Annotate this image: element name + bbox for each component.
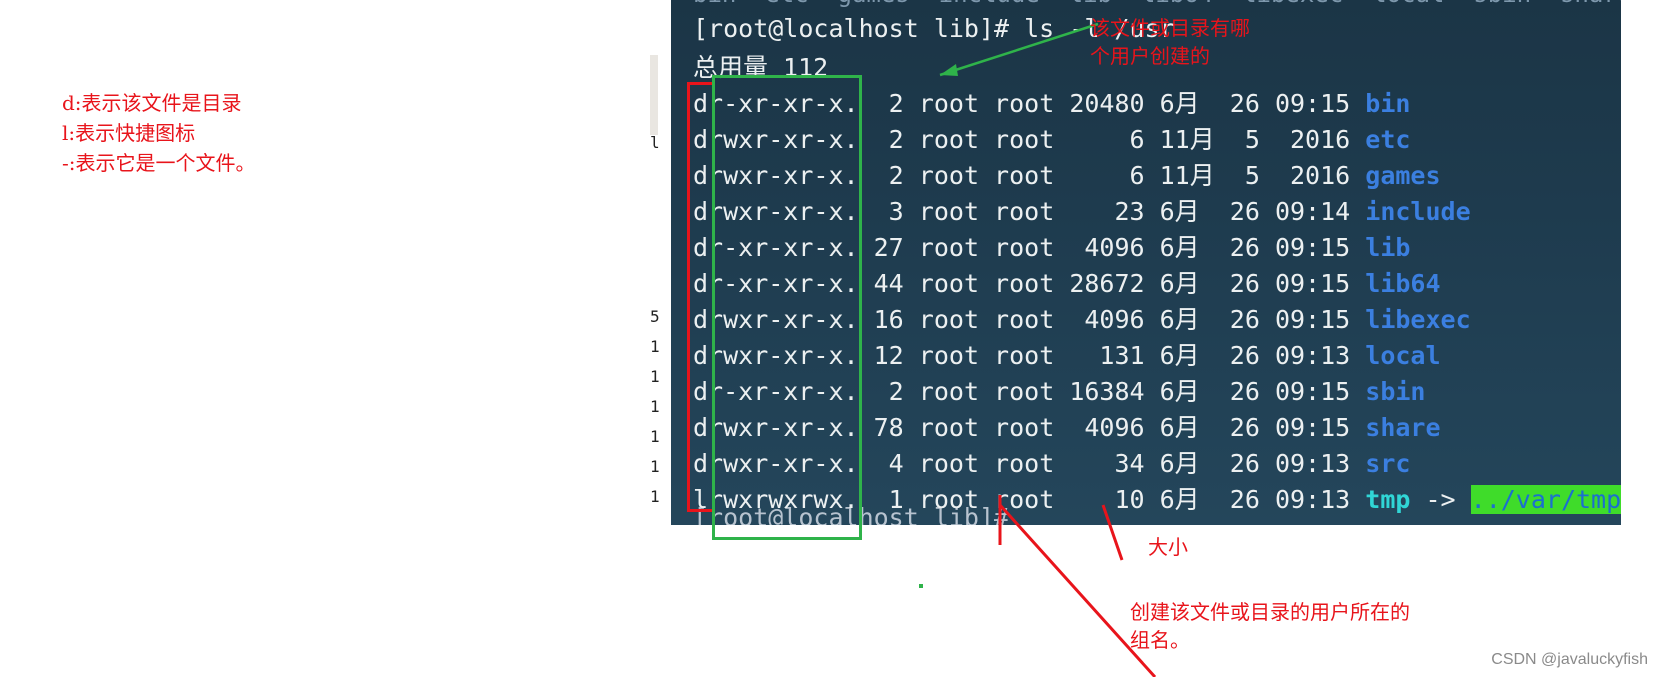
group-annotation: 创建该文件或目录的用户所在的 组名。 — [1130, 600, 1410, 652]
green-dot — [919, 584, 923, 588]
size-arrow — [1101, 504, 1124, 561]
owner-arrow — [939, 22, 1099, 77]
annotation-arrows — [919, 22, 1157, 677]
size-annotation: 大小 — [1148, 535, 1188, 559]
watermark: CSDN @javaluckyfish — [1491, 651, 1648, 668]
owner-arrow-head — [940, 64, 958, 76]
owner-annotation: 该文件或目录有哪 个用户创建的 — [1090, 16, 1250, 68]
